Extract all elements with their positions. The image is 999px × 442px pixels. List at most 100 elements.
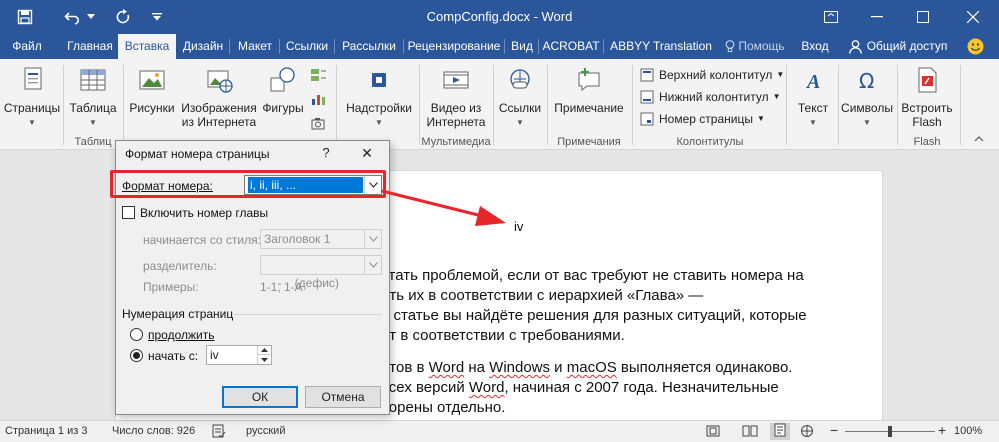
doc-line-7: ворены отдельно. — [381, 399, 506, 416]
tab-references[interactable]: Ссылки — [281, 34, 333, 59]
share-button[interactable]: Общий доступ — [838, 34, 958, 59]
online-pictures-label-2: из Интернета — [181, 115, 257, 129]
number-format-label: Формат номера: — [122, 179, 213, 193]
start-at-input[interactable]: iv — [206, 345, 272, 365]
addins-label: Надстройки — [346, 101, 412, 115]
spin-down-icon[interactable] — [257, 355, 271, 364]
tab-mailings[interactable]: Рассылки — [336, 34, 402, 59]
tab-review[interactable]: Рецензирование — [405, 34, 503, 59]
smartart-icon[interactable] — [310, 67, 328, 83]
proofing-icon[interactable] — [212, 424, 226, 441]
read-mode-icon[interactable] — [742, 424, 758, 441]
embed-flash-button[interactable]: Встроить Flash — [898, 64, 956, 129]
sign-in-link[interactable]: Вход — [797, 34, 833, 59]
shapes-label: Фигуры — [262, 101, 304, 115]
comment-label: Примечание — [554, 101, 624, 115]
spin-up-icon[interactable] — [257, 346, 271, 355]
chevron-down-icon — [364, 256, 381, 274]
text-button[interactable]: A Текст ▼ — [788, 64, 838, 130]
zoom-out-button[interactable]: − — [830, 422, 838, 438]
tab-file[interactable]: Файл — [6, 34, 48, 59]
pictures-button[interactable]: Рисунки — [124, 64, 180, 115]
pages-button[interactable]: Страницы ▼ — [2, 64, 62, 130]
cancel-button[interactable]: Отмена — [305, 386, 381, 408]
group-separator — [786, 65, 787, 145]
separator-label: разделитель: — [143, 259, 217, 273]
start-at-value: iv — [210, 348, 219, 362]
chart-icon[interactable] — [310, 91, 328, 107]
doc-line-1: стать проблемой, если от вас требуют не … — [381, 267, 804, 284]
tab-help-label: Помощь — [738, 39, 785, 53]
undo-dropdown-icon[interactable] — [84, 6, 98, 28]
collapse-ribbon-icon[interactable] — [972, 133, 986, 145]
tab-view[interactable]: Вид — [506, 34, 538, 59]
online-video-button[interactable]: Видео из Интернета — [420, 64, 492, 129]
zoom-slider-thumb[interactable] — [888, 426, 892, 437]
customize-toolbar-icon[interactable] — [146, 6, 168, 28]
flash-group-label: Flash — [913, 136, 941, 148]
chevron-down-icon — [364, 176, 381, 194]
number-format-value: i, ii, iii, ... — [248, 177, 363, 193]
tab-help[interactable]: Помощь — [720, 34, 790, 59]
redo-icon[interactable] — [112, 6, 134, 28]
chapter-style-value: Заголовок 1 — [264, 232, 331, 246]
include-chapter-checkbox[interactable] — [122, 206, 135, 219]
examples-value: 1-1, 1-A — [260, 280, 303, 294]
word-count[interactable]: Число слов: 926 — [112, 425, 195, 437]
save-icon[interactable] — [14, 6, 36, 28]
smiley-feedback-icon[interactable] — [964, 34, 986, 59]
tab-design[interactable]: Дизайн — [178, 34, 228, 59]
close-window-icon[interactable] — [950, 0, 996, 34]
page-number-label: Номер страницы — [659, 112, 753, 126]
dialog-title: Формат номера страницы — [125, 147, 270, 161]
shapes-button[interactable]: Фигуры — [258, 64, 308, 115]
focus-mode-icon[interactable] — [706, 424, 720, 441]
lightbulb-icon — [725, 40, 735, 53]
footer-button[interactable]: Нижний колонтитул ▼ — [640, 87, 781, 107]
chevron-down-icon: ▼ — [89, 118, 97, 127]
tab-layout[interactable]: Макет — [231, 34, 279, 59]
table-label: Таблица — [69, 101, 117, 115]
zoom-level[interactable]: 100% — [954, 425, 982, 437]
table-button[interactable]: Таблица ▼ — [64, 64, 122, 130]
print-layout-icon[interactable] — [770, 423, 790, 440]
symbols-button[interactable]: Ω Символы ▼ — [838, 64, 896, 130]
chapter-style-select[interactable]: Заголовок 1 — [260, 229, 382, 249]
help-button[interactable]: ? — [316, 143, 336, 163]
tab-acrobat[interactable]: ACROBAT — [540, 34, 602, 59]
ok-button[interactable]: ОК — [222, 386, 298, 408]
chevron-down-icon: ▼ — [776, 70, 785, 79]
addins-button[interactable]: Надстройки ▼ — [340, 64, 418, 130]
maximize-icon[interactable] — [900, 0, 946, 34]
header-page-number: iv — [514, 219, 524, 234]
continue-radio[interactable] — [130, 328, 143, 341]
header-button[interactable]: Верхний колонтитул ▼ — [640, 65, 784, 85]
comment-button[interactable]: Примечание — [548, 64, 630, 115]
separator-select[interactable]: - (дефис) — [260, 255, 382, 290]
online-pictures-button[interactable]: Изображения из Интернета — [180, 64, 258, 129]
page-count[interactable]: Страница 1 из 3 — [5, 425, 87, 437]
ribbon-tabs: Файл Главная Вставка Дизайн Макет Ссылки… — [0, 34, 999, 59]
page-number-button[interactable]: Номер страницы ▼ — [640, 109, 765, 129]
zoom-in-button[interactable]: + — [938, 422, 946, 438]
header-label: Верхний колонтитул — [659, 68, 773, 82]
tab-insert[interactable]: Вставка — [118, 34, 176, 59]
multimedia-group-label: Мультимедиа — [421, 136, 491, 148]
close-dialog-button[interactable]: ✕ — [356, 143, 378, 163]
tab-home[interactable]: Главная — [62, 34, 118, 59]
tab-separator — [603, 39, 604, 54]
number-format-select[interactable]: i, ii, iii, ... — [244, 175, 382, 195]
language[interactable]: русский — [246, 425, 285, 437]
start-at-radio[interactable] — [130, 349, 143, 362]
screenshot-icon[interactable] — [310, 117, 328, 131]
include-chapter-label: Включить номер главы — [140, 206, 269, 220]
chevron-down-icon: ▼ — [756, 114, 765, 123]
undo-icon[interactable] — [62, 6, 84, 28]
links-button[interactable]: Ссылки ▼ — [494, 64, 546, 130]
link-icon — [510, 69, 530, 89]
ribbon-display-icon[interactable] — [808, 0, 854, 34]
web-layout-icon[interactable] — [800, 424, 814, 441]
tab-abbyy[interactable]: ABBYY Translation — [605, 34, 717, 59]
online-picture-icon — [207, 70, 233, 93]
minimize-icon[interactable] — [854, 0, 900, 34]
